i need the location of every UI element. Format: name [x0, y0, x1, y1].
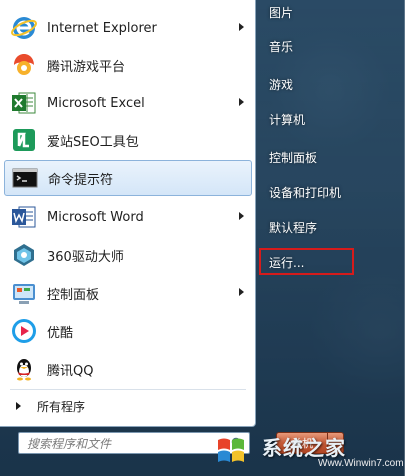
program-label: 命令提示符: [48, 172, 114, 188]
arrow-right-icon: [16, 402, 21, 410]
submenu-arrow-icon: [239, 212, 244, 220]
program-microsoft-excel[interactable]: Microsoft Excel: [4, 85, 252, 121]
program-microsoft-word[interactable]: Microsoft Word: [4, 199, 252, 235]
all-programs-label: 所有程序: [37, 399, 86, 414]
submenu-arrow-icon: [239, 23, 244, 31]
program-label: 爱站SEO工具包: [47, 134, 139, 150]
ie-icon: [8, 12, 40, 44]
programs-panel: Internet Explorer 腾讯游戏平台 Microsoft Excel…: [0, 0, 256, 427]
watermark-title: 系统之家: [262, 436, 346, 460]
program-tencent-qq[interactable]: 腾讯QQ: [4, 351, 252, 387]
program-360-driver-master[interactable]: 360驱动大师: [4, 237, 252, 273]
cmd-icon: [9, 162, 41, 194]
program-youku[interactable]: 优酷: [4, 313, 252, 349]
program-control-panel[interactable]: 控制面板: [4, 275, 252, 311]
right-item-label: 默认程序: [269, 220, 318, 235]
right-item-label: 游戏: [269, 77, 294, 92]
right-item-label: 设备和打印机: [269, 185, 342, 200]
run-highlight-box: [259, 248, 354, 275]
right-item-control-panel[interactable]: 控制面板: [262, 145, 352, 169]
program-tencent-games[interactable]: 腾讯游戏平台: [4, 47, 252, 83]
driver-master-icon: [8, 239, 40, 271]
right-item-label: 计算机: [269, 112, 306, 127]
right-item-label: 图片: [269, 5, 294, 20]
program-label: 优酷: [47, 325, 74, 341]
submenu-arrow-icon: [239, 288, 244, 296]
control-panel-icon: [8, 277, 40, 309]
right-item-devices-printers[interactable]: 设备和打印机: [262, 180, 352, 204]
program-label: 360驱动大师: [47, 249, 124, 265]
right-item-games[interactable]: 游戏: [262, 72, 352, 96]
right-item-default-programs[interactable]: 默认程序: [262, 215, 352, 239]
right-item-label: 控制面板: [269, 150, 318, 165]
program-command-prompt[interactable]: 命令提示符: [4, 160, 252, 196]
program-label: Microsoft Word: [47, 209, 144, 225]
program-label: Internet Explorer: [47, 20, 157, 36]
program-label: Microsoft Excel: [47, 95, 145, 111]
search-placeholder: 搜索程序和文件: [27, 436, 112, 451]
tencent-games-icon: [8, 49, 40, 81]
right-item-pictures[interactable]: 图片: [262, 0, 352, 24]
program-label: 腾讯QQ: [47, 363, 94, 379]
word-icon: [8, 201, 40, 233]
program-label: 腾讯游戏平台: [47, 59, 126, 75]
qq-icon: [8, 353, 40, 385]
program-aizhan-seo[interactable]: 爱站SEO工具包: [4, 122, 252, 158]
right-item-music[interactable]: 音乐: [262, 34, 352, 58]
all-programs-button[interactable]: 所有程序: [4, 395, 252, 417]
divider: [10, 389, 246, 390]
submenu-arrow-icon: [239, 98, 244, 106]
windows-logo-icon: [218, 438, 244, 462]
aizhan-seo-icon: [8, 124, 40, 156]
watermark-url: Www.Winwin7.com: [318, 458, 404, 469]
youku-icon: [8, 315, 40, 347]
excel-icon: [8, 87, 40, 119]
right-item-computer[interactable]: 计算机: [262, 107, 352, 131]
program-internet-explorer[interactable]: Internet Explorer: [4, 10, 252, 46]
program-label: 控制面板: [47, 287, 100, 303]
right-item-label: 音乐: [269, 39, 294, 54]
